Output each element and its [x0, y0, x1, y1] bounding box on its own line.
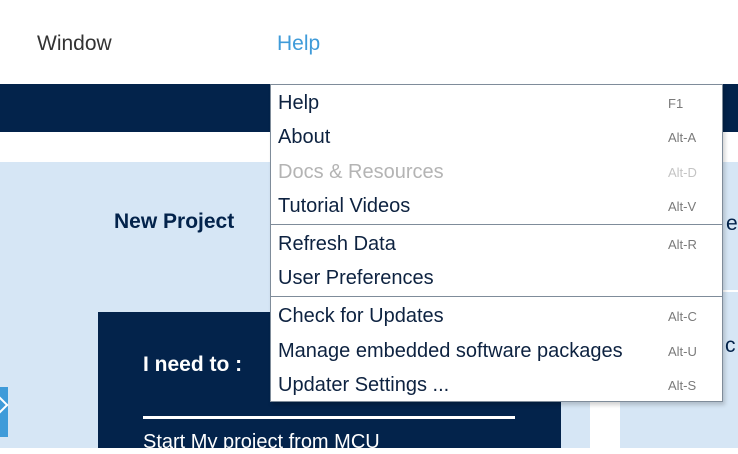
- menu-separator: [271, 224, 722, 225]
- start-from-mcu-link[interactable]: Start My project from MCU: [143, 431, 380, 454]
- menu-item-shortcut: Alt-D: [668, 165, 697, 180]
- card-title: I need to :: [143, 353, 243, 376]
- menu-item-user-preferences[interactable]: User Preferences: [271, 262, 722, 294]
- menu-item-label: User Preferences: [278, 267, 434, 289]
- menu-item-label: Refresh Data: [278, 233, 396, 255]
- menu-separator: [271, 296, 722, 297]
- menu-item-updater-settings[interactable]: Updater Settings ... Alt-S: [271, 369, 722, 401]
- menu-item-shortcut: Alt-C: [668, 309, 697, 324]
- chevron-left-icon: [0, 396, 9, 414]
- menu-item-label: Updater Settings ...: [278, 374, 450, 396]
- menu-item-label: Check for Updates: [278, 305, 444, 327]
- menu-item-shortcut: Alt-A: [668, 130, 697, 145]
- menu-item-label: Help: [278, 92, 320, 114]
- new-project-heading: New Project: [114, 210, 235, 233]
- menu-item-label: Manage embedded software packages: [278, 340, 623, 362]
- menu-item-shortcut: F1: [668, 96, 684, 111]
- menu-item-shortcut: Alt-U: [668, 344, 697, 359]
- card-divider: [143, 416, 515, 419]
- right-text-fragment: c: [725, 334, 736, 357]
- menu-item-shortcut: Alt-R: [668, 237, 697, 252]
- menu-item-about[interactable]: About Alt-A: [271, 121, 722, 153]
- menu-item-manage-packages[interactable]: Manage embedded software packages Alt-U: [271, 335, 722, 367]
- left-collapse-tab[interactable]: [0, 387, 9, 437]
- menu-item-help[interactable]: Help F1: [271, 87, 722, 119]
- menu-item-refresh-data[interactable]: Refresh Data Alt-R: [271, 228, 722, 260]
- menu-item-label: Tutorial Videos: [278, 195, 411, 217]
- menu-bar: Window Help: [0, 0, 738, 84]
- menu-item-check-updates[interactable]: Check for Updates Alt-C: [271, 300, 722, 332]
- right-heading-fragment: e: [726, 212, 738, 235]
- menu-help[interactable]: Help: [277, 32, 320, 56]
- menu-item-shortcut: Alt-S: [668, 378, 697, 393]
- menu-item-tutorial-videos[interactable]: Tutorial Videos Alt-V: [271, 190, 722, 222]
- menu-item-shortcut: Alt-V: [668, 199, 697, 214]
- help-dropdown-menu: Help F1 About Alt-A Docs & Resources Alt…: [270, 84, 723, 402]
- menu-item-label: Docs & Resources: [278, 161, 444, 183]
- menu-item-label: About: [278, 126, 331, 148]
- menu-item-docs-resources: Docs & Resources Alt-D: [271, 156, 722, 188]
- menu-window[interactable]: Window: [37, 32, 112, 56]
